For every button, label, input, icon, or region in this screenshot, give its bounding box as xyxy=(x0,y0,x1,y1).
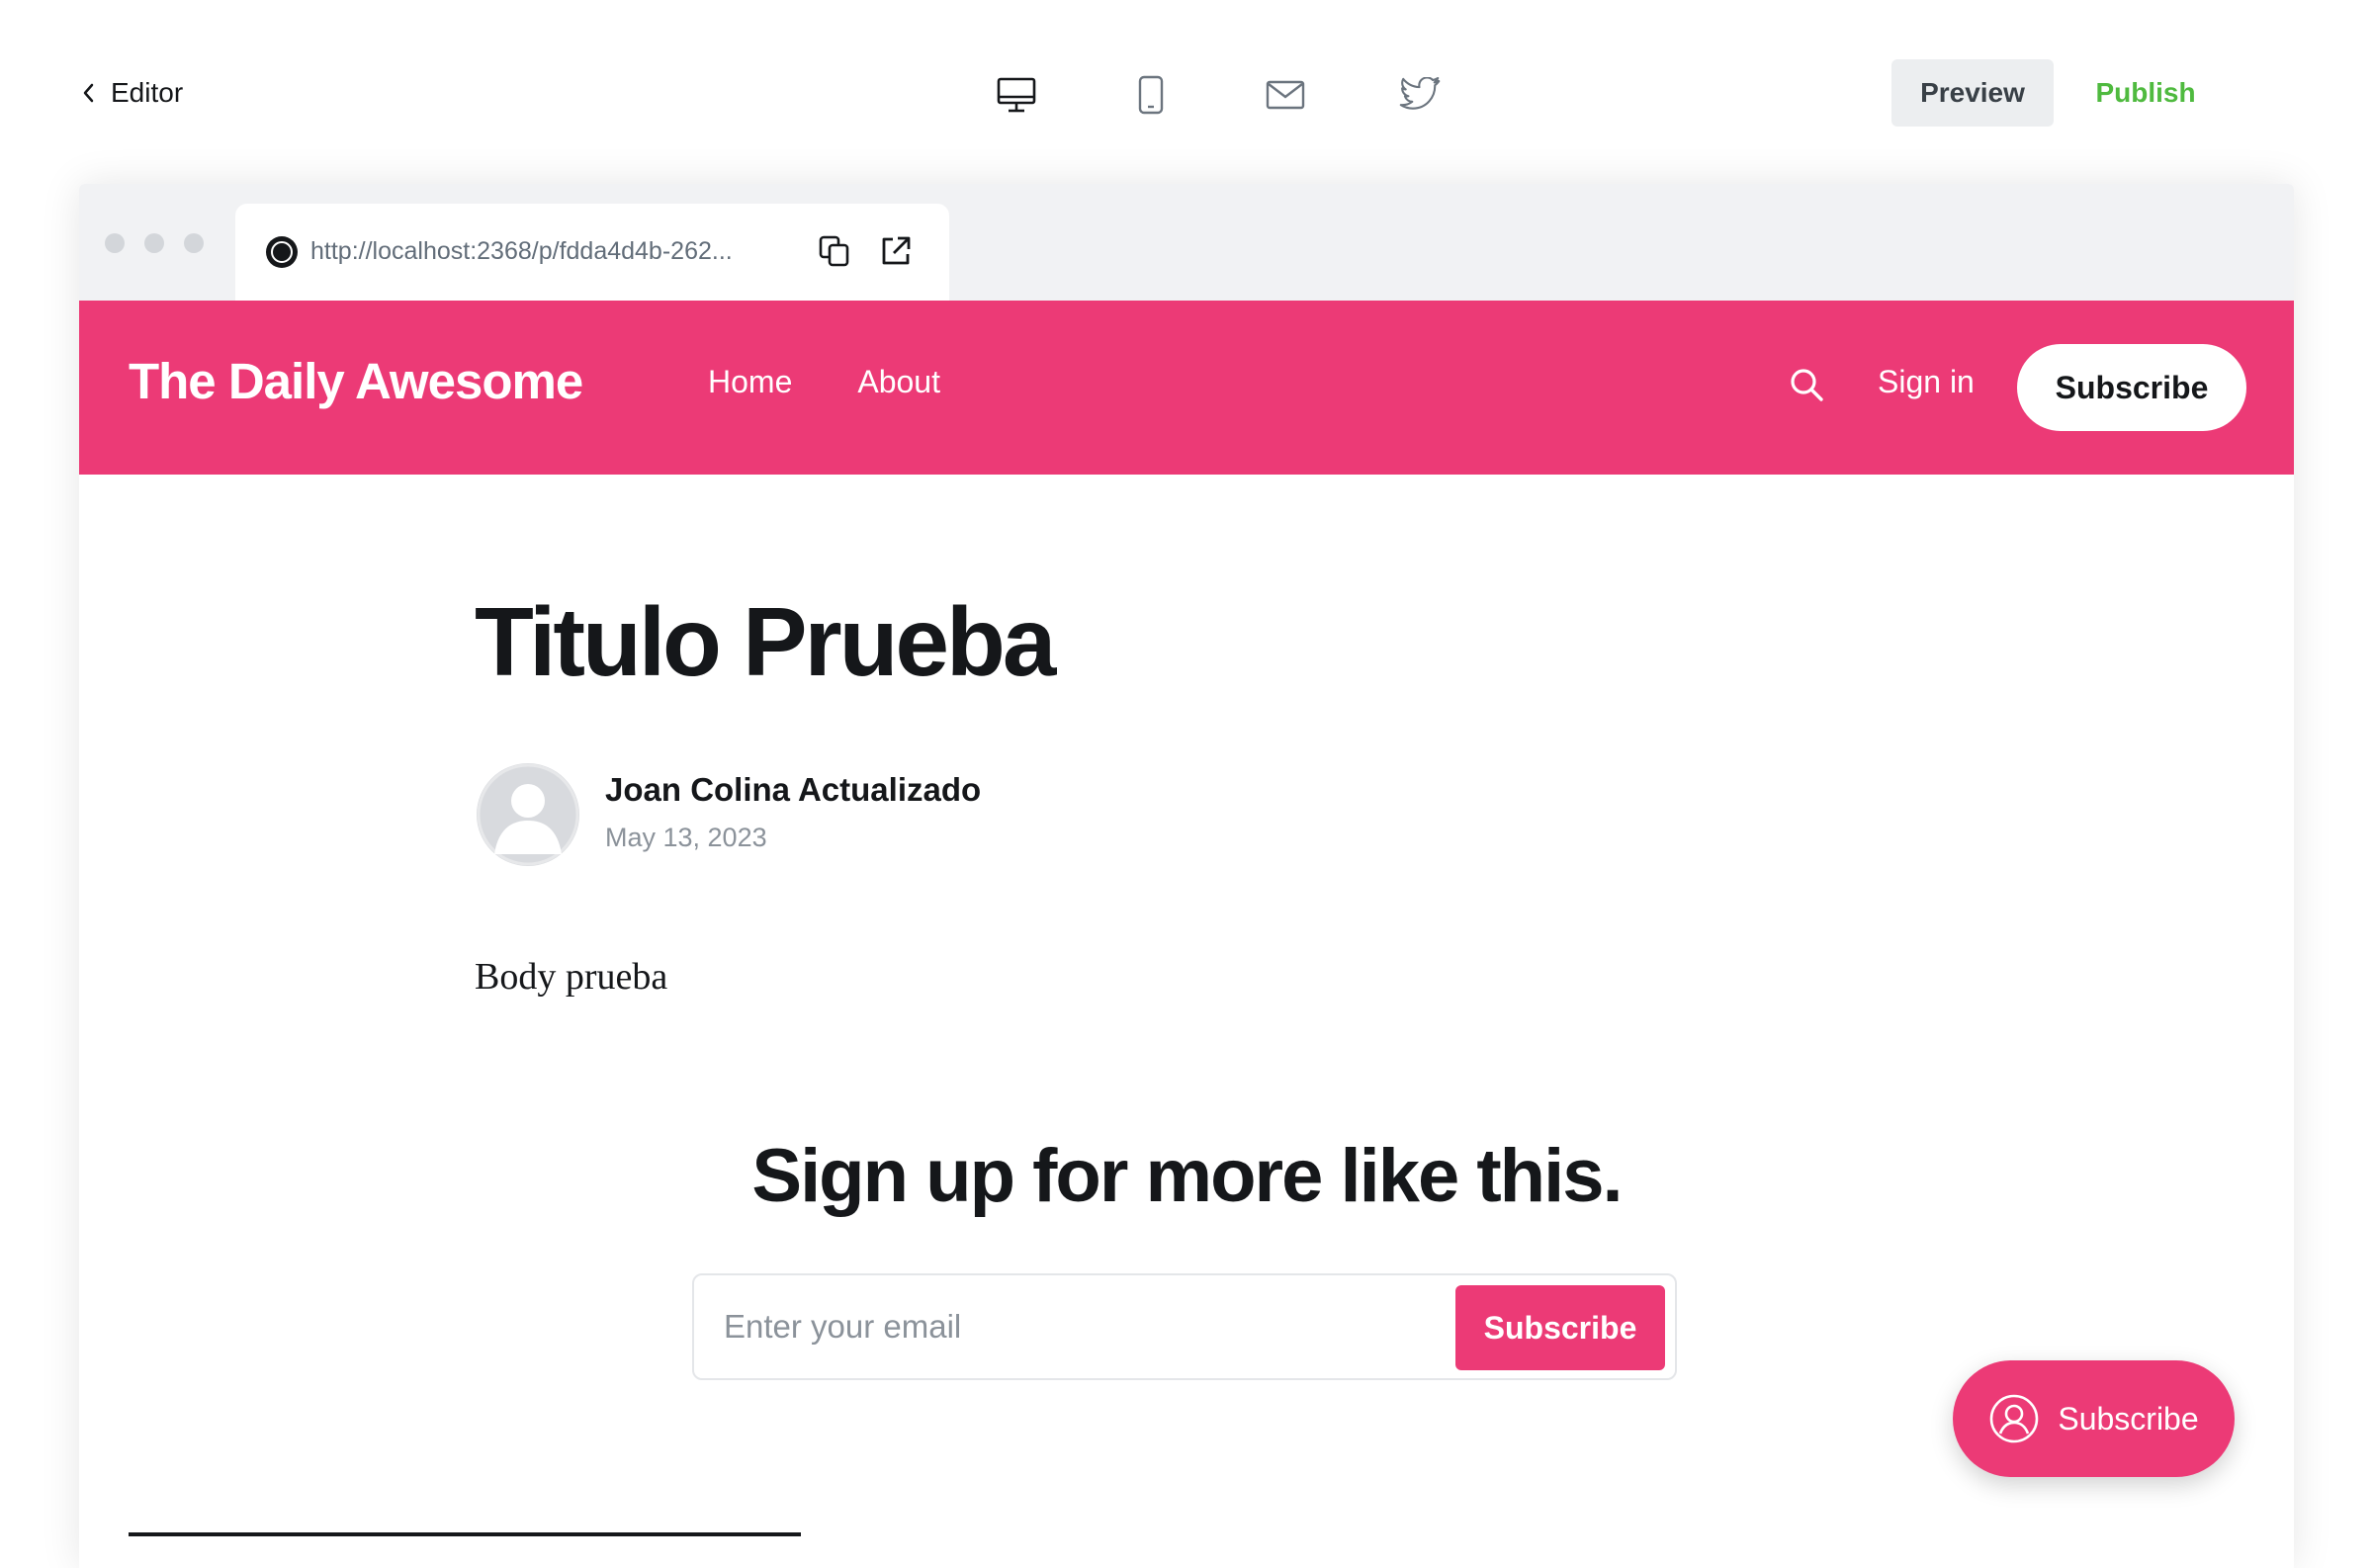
url-tab: http://localhost:2368/p/fdda4d4b-262... xyxy=(235,204,949,301)
signup-subscribe-button[interactable]: Subscribe xyxy=(1455,1285,1665,1370)
preview-device-switcher xyxy=(949,67,1487,123)
window-dot xyxy=(144,233,164,253)
post-title: Titulo Prueba xyxy=(475,587,1056,696)
copy-url-icon[interactable] xyxy=(817,233,852,269)
author-avatar[interactable] xyxy=(477,763,579,866)
browser-chrome: http://localhost:2368/p/fdda4d4b-262... xyxy=(79,184,2294,301)
signup-form: Subscribe xyxy=(692,1273,1677,1380)
email-input[interactable] xyxy=(694,1275,1426,1378)
social-preview-button[interactable] xyxy=(1353,67,1487,123)
window-dots xyxy=(105,233,204,253)
editor-toolbar: Editor Preview Publish xyxy=(0,0,2373,184)
site-header: The Daily Awesome Home About Sign in Sub… xyxy=(79,301,2294,475)
back-to-editor-button[interactable]: Editor xyxy=(81,71,183,115)
header-subscribe-button[interactable]: Subscribe xyxy=(2017,344,2246,431)
twitter-icon xyxy=(1399,77,1441,110)
signup-cta-title: Sign up for more like this. xyxy=(751,1134,1623,1218)
preview-url: http://localhost:2368/p/fdda4d4b-262... xyxy=(310,237,733,265)
avatar-placeholder-icon xyxy=(477,763,579,866)
chevron-left-icon xyxy=(83,83,94,103)
portal-label: Subscribe xyxy=(2058,1400,2199,1437)
publish-button[interactable]: Publish xyxy=(2076,59,2215,127)
open-in-new-tab-icon[interactable] xyxy=(878,233,914,269)
email-preview-button[interactable] xyxy=(1218,67,1353,123)
window-dot xyxy=(184,233,204,253)
browser-preview-frame: http://localhost:2368/p/fdda4d4b-262... … xyxy=(79,184,2294,1568)
window-dot xyxy=(105,233,125,253)
account-circle-icon xyxy=(1990,1394,2039,1443)
mobile-preview-button[interactable] xyxy=(1084,67,1218,123)
back-label: Editor xyxy=(111,77,184,108)
desktop-icon xyxy=(997,77,1036,113)
portal-subscribe-button[interactable]: Subscribe xyxy=(1953,1360,2235,1477)
email-icon xyxy=(1266,80,1305,110)
post-body: Body prueba xyxy=(475,956,668,998)
post-date: May 13, 2023 xyxy=(605,823,767,852)
site-nav: Home About xyxy=(708,364,940,400)
content-divider xyxy=(129,1532,801,1536)
mobile-icon xyxy=(1138,75,1164,115)
sign-in-link[interactable]: Sign in xyxy=(1878,364,1975,400)
search-icon[interactable] xyxy=(1788,366,1827,405)
site-favicon-icon xyxy=(266,236,298,268)
preview-button[interactable]: Preview xyxy=(1891,59,2054,127)
author-name[interactable]: Joan Colina Actualizado xyxy=(605,771,981,809)
desktop-preview-button[interactable] xyxy=(949,67,1084,123)
nav-home[interactable]: Home xyxy=(708,364,792,400)
site-title[interactable]: The Daily Awesome xyxy=(129,352,583,410)
nav-about[interactable]: About xyxy=(857,364,940,400)
